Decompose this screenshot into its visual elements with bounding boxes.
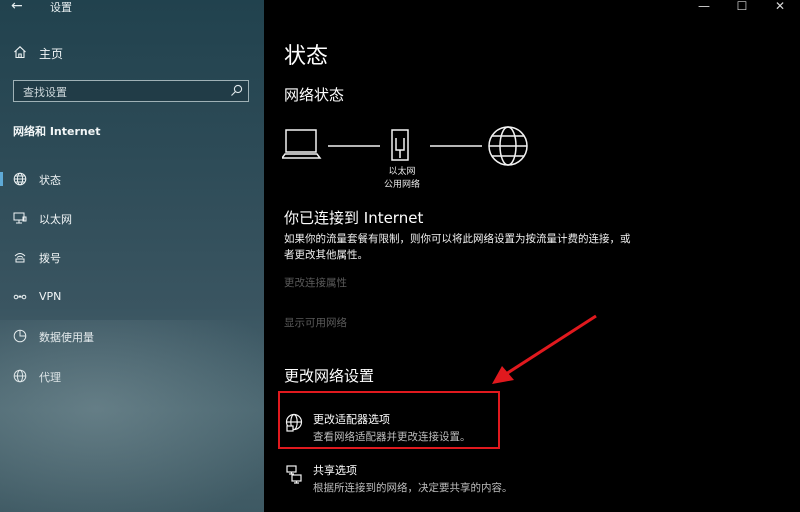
sidebar-item-status[interactable]: 状态 bbox=[0, 166, 264, 192]
sidebar-item-ethernet[interactable]: 以太网 bbox=[0, 205, 264, 231]
sidebar-item-vpn[interactable]: VPN bbox=[0, 284, 264, 310]
change-settings-heading: 更改网络设置 bbox=[284, 367, 375, 385]
sidebar-item-home[interactable]: 主页 bbox=[0, 40, 264, 66]
connected-heading: 你已连接到 Internet bbox=[284, 209, 424, 227]
proxy-globe-icon bbox=[13, 369, 27, 383]
sidebar-item-label: 以太网 bbox=[39, 213, 72, 226]
annotation-arrow bbox=[492, 314, 597, 384]
page-title: 状态 bbox=[284, 44, 329, 69]
sharing-icon bbox=[286, 465, 302, 484]
adapter-label: 以太网 公用网络 bbox=[372, 166, 432, 192]
back-button[interactable]: ← bbox=[11, 0, 31, 15]
sidebar-item-label: 数据使用量 bbox=[39, 331, 94, 344]
ethernet-adapter-icon bbox=[391, 129, 409, 161]
connection-description: 如果你的流量套餐有限制，则你可以将此网络设置为按流量计费的连接，或者更改其他属性… bbox=[284, 233, 631, 261]
show-available-networks-link[interactable]: 显示可用网络 bbox=[284, 315, 347, 330]
computer-icon bbox=[282, 129, 322, 159]
network-type: 公用网络 bbox=[383, 180, 420, 190]
ethernet-icon bbox=[13, 212, 27, 224]
internet-globe-icon bbox=[488, 126, 528, 166]
sidebar-item-data-usage[interactable]: 数据使用量 bbox=[0, 323, 264, 349]
section-title: 网络和 Internet bbox=[13, 125, 101, 138]
search-input[interactable] bbox=[14, 81, 230, 103]
sidebar-item-proxy[interactable]: 代理 bbox=[0, 363, 264, 389]
vpn-icon bbox=[13, 294, 27, 300]
globe-icon bbox=[13, 172, 27, 186]
adapter-name: 以太网 bbox=[388, 167, 416, 177]
home-icon bbox=[14, 46, 26, 59]
close-button[interactable]: ✕ bbox=[765, 0, 795, 15]
search-icon[interactable] bbox=[230, 84, 243, 97]
option-subtitle: 根据所连接到的网络，决定要共享的内容。 bbox=[313, 482, 513, 494]
window-title: 设置 bbox=[50, 1, 72, 14]
option-title: 共享选项 bbox=[313, 464, 357, 477]
search-box[interactable] bbox=[13, 80, 249, 103]
sharing-options[interactable]: 共享选项 根据所连接到的网络，决定要共享的内容。 bbox=[282, 460, 513, 502]
network-status-heading: 网络状态 bbox=[284, 86, 345, 104]
sidebar-item-dialup[interactable]: 拨号 bbox=[0, 244, 264, 270]
change-connection-properties-link[interactable]: 更改连接属性 bbox=[284, 275, 347, 290]
sidebar-item-label: 拨号 bbox=[39, 252, 61, 265]
settings-sidebar: ← 设置 主页 网络和 Internet 状态 以太网 拨号 bbox=[0, 0, 264, 512]
dialup-icon bbox=[14, 253, 26, 263]
sidebar-titlebar: ← 设置 bbox=[0, 0, 264, 16]
annotation-highlight-box bbox=[278, 391, 500, 449]
data-usage-icon bbox=[13, 329, 27, 343]
maximize-button[interactable]: ☐ bbox=[727, 0, 757, 15]
minimize-button[interactable]: — bbox=[689, 0, 719, 15]
sidebar-item-label: 状态 bbox=[39, 174, 61, 187]
sidebar-item-label: VPN bbox=[39, 290, 62, 303]
sidebar-item-label: 主页 bbox=[39, 47, 64, 61]
sidebar-item-label: 代理 bbox=[39, 371, 61, 384]
